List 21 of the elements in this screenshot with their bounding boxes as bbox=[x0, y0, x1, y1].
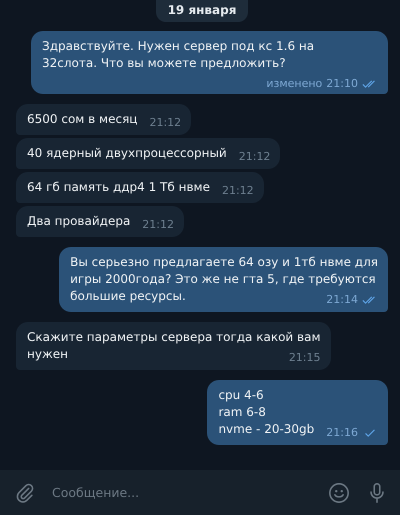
edited-label: изменено bbox=[266, 77, 322, 91]
incoming-message: 64 гб память ддр4 1 Тб нвме 21:12 bbox=[16, 172, 264, 203]
composer-bar[interactable]: Сообщение... bbox=[0, 470, 400, 515]
message-time: 21:10 bbox=[326, 77, 358, 91]
message-time: 21:14 bbox=[326, 293, 358, 307]
incoming-message: 6500 сом в месяц 21:12 bbox=[16, 104, 192, 135]
message-time: 21:16 bbox=[326, 426, 358, 440]
incoming-message: Два провайдера 21:12 bbox=[16, 206, 184, 237]
incoming-message: 40 ядерный двухпроцессорный 21:12 bbox=[16, 138, 280, 169]
outgoing-message: cpu 4-6 ram 6-8 nvme - 20-30gb 21:16 bbox=[207, 380, 388, 445]
paperclip-icon[interactable] bbox=[14, 482, 36, 504]
outgoing-message: Здравствуйте. Нужен сервер под кс 1.6 на 32слота. Что вы можете предложить? изменено 21:10 bbox=[31, 31, 388, 94]
message-time: 21:12 bbox=[142, 218, 174, 232]
smiley-icon[interactable] bbox=[328, 482, 350, 504]
message-time: 21:12 bbox=[222, 184, 254, 198]
outgoing-message: Вы серьезно предлагаете 64 озу и 1тб нвме для игры 2000года? Это же не гта 5, где требуются большие ресурсы. 21:14 bbox=[59, 247, 388, 312]
message-time: 21:12 bbox=[149, 116, 182, 130]
message-time: 21:15 bbox=[288, 351, 321, 365]
message-time: 21:12 bbox=[238, 150, 270, 164]
incoming-message: Скажите параметры сервера тогда какой вам нужен 21:15 bbox=[16, 322, 331, 370]
date-badge: 19 января bbox=[156, 0, 248, 22]
